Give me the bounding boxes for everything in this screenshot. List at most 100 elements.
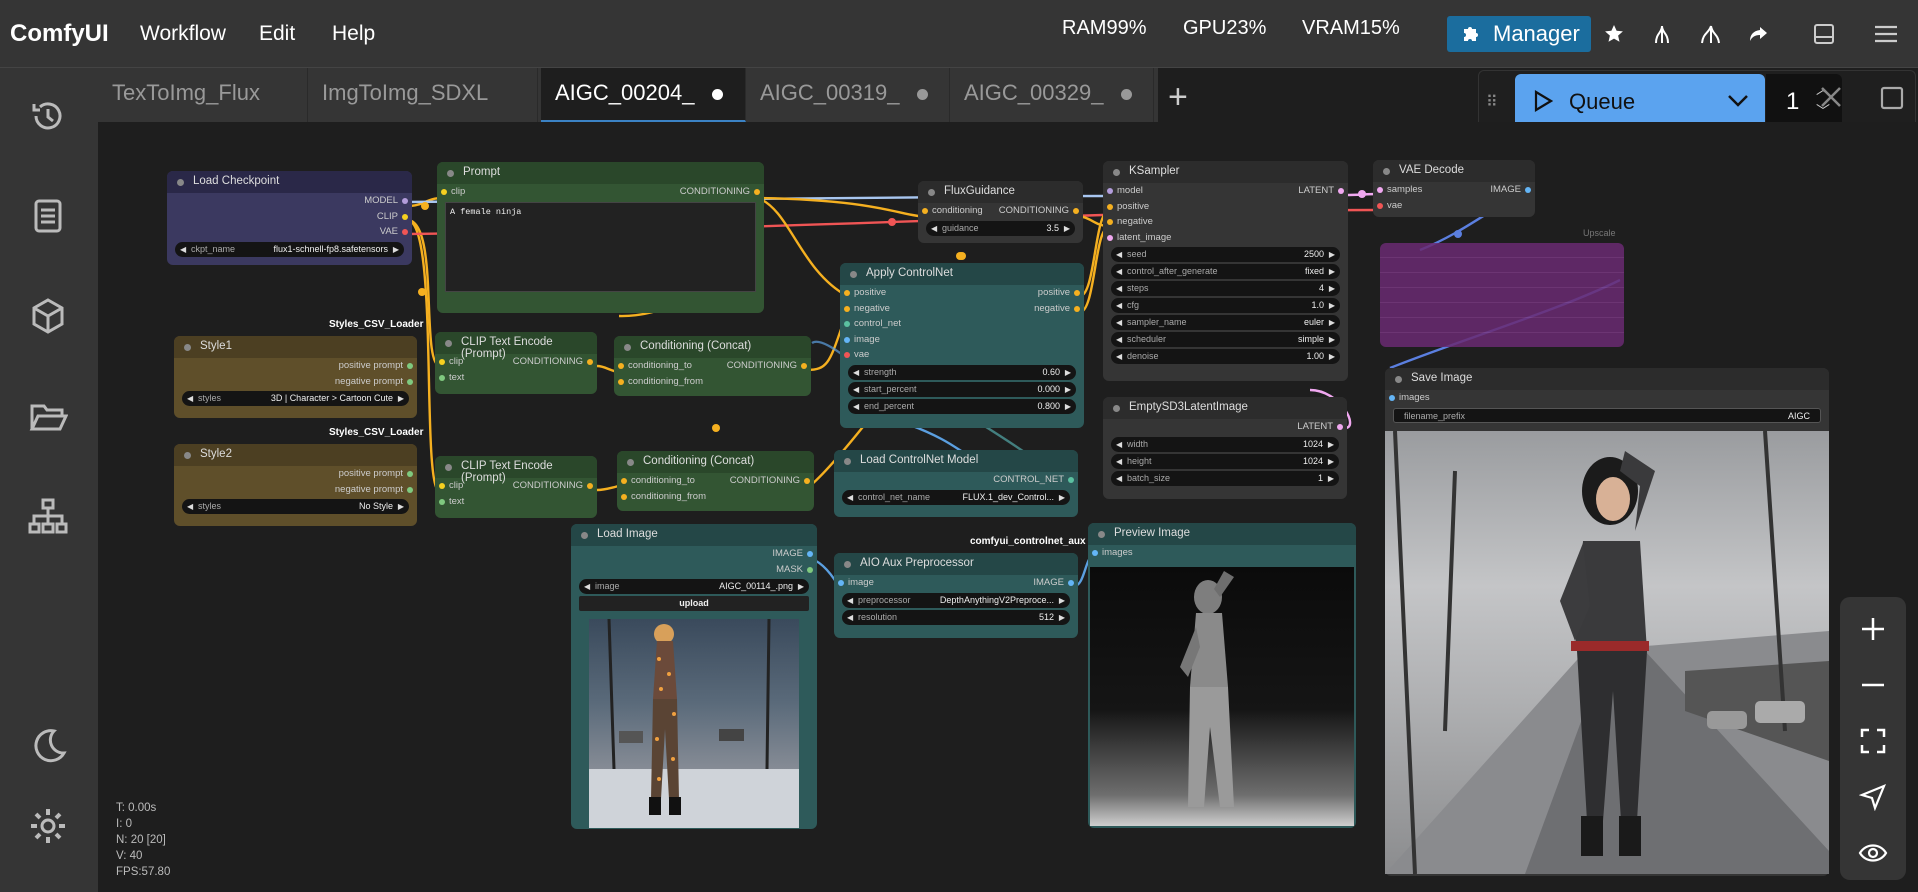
branch-icon[interactable] — [1644, 16, 1680, 52]
output-pin[interactable] — [1074, 290, 1080, 296]
node-prompt[interactable]: Prompt clip CONDITIONING A female ninja — [437, 162, 764, 313]
node-title[interactable]: Style2 — [174, 444, 417, 466]
preprocessor-combo[interactable]: preprocessor DepthAnythingV2Preproce... — [842, 592, 1070, 608]
control-after-generate-widget[interactable]: control_after_generate fixed — [1111, 264, 1340, 279]
manager-button[interactable]: Manager — [1447, 16, 1591, 52]
menu-help[interactable]: Help — [332, 22, 375, 46]
folder-icon[interactable] — [27, 395, 69, 437]
input-pin[interactable] — [1377, 202, 1383, 209]
fit-view-icon[interactable] — [1856, 724, 1890, 758]
hamburger-menu-icon[interactable] — [1868, 16, 1904, 52]
input-pin[interactable] — [618, 378, 624, 385]
node-ksampler[interactable]: KSampler model LATENT positive negative l… — [1103, 161, 1348, 381]
upload-button[interactable]: upload — [579, 596, 809, 611]
node-flux-guidance[interactable]: FluxGuidance conditioning CONDITIONING gu… — [918, 181, 1083, 243]
node-aio-aux-preprocessor[interactable]: AIO Aux Preprocessor image IMAGE preproce… — [834, 553, 1078, 638]
node-title[interactable]: Load Image — [571, 524, 817, 546]
output-pin[interactable] — [801, 363, 807, 369]
model-library-cube-icon[interactable] — [27, 295, 69, 337]
input-pin[interactable] — [1377, 187, 1383, 193]
tab-imgtoimg-sdxl[interactable]: ImgToImg_SDXL — [308, 68, 538, 122]
node-library-tree-icon[interactable] — [27, 495, 69, 537]
node-title[interactable]: KSampler — [1103, 161, 1348, 183]
output-pin[interactable] — [754, 189, 760, 195]
node-title[interactable]: Apply ControlNet — [840, 263, 1084, 285]
node-apply-controlnet[interactable]: Apply ControlNet positive positive negati… — [840, 263, 1084, 428]
node-title[interactable]: Prompt — [437, 162, 764, 184]
node-title[interactable]: EmptySD3LatentImage — [1103, 397, 1347, 419]
chevron-down-icon[interactable] — [1727, 93, 1749, 109]
seed-widget[interactable]: seed 2500 — [1111, 247, 1340, 262]
styles-combo[interactable]: styles 3D | Character > Cartoon Cute — [182, 391, 409, 406]
tab-aigc-00319[interactable]: AIGC_00319_ — [746, 68, 950, 122]
node-load-checkpoint[interactable]: Load Checkpoint MODEL CLIP VAE ckpt_name… — [167, 171, 412, 265]
output-pin[interactable] — [407, 471, 413, 477]
input-pin[interactable] — [922, 208, 928, 214]
node-conditioning-concat-1[interactable]: Conditioning (Concat) conditioning_to CON… — [614, 336, 811, 396]
node-title[interactable]: Load Checkpoint — [167, 171, 412, 193]
stop-square-icon[interactable] — [1880, 86, 1904, 115]
input-pin[interactable] — [621, 493, 627, 500]
output-pin[interactable] — [807, 551, 813, 557]
batch-size-widget[interactable]: batch_size 1 — [1111, 470, 1339, 486]
tab-aigc-00204[interactable]: AIGC_00204_ — [541, 68, 746, 122]
width-widget[interactable]: width 1024 — [1111, 436, 1339, 452]
output-pin[interactable] — [807, 566, 813, 573]
output-pin[interactable] — [1073, 208, 1079, 214]
input-pin[interactable] — [621, 478, 627, 484]
panel-toggle-icon[interactable] — [1806, 16, 1842, 52]
node-clip-text-encode-2[interactable]: CLIP Text Encode (Prompt) clip CONDITIONI… — [435, 456, 597, 518]
tab-textoimg-flux[interactable]: TexToImg_Flux — [98, 68, 308, 122]
image-combo[interactable]: image AIGC_00114_.png — [579, 579, 809, 594]
input-pin[interactable] — [618, 363, 624, 369]
node-title[interactable]: AIO Aux Preprocessor — [834, 553, 1078, 575]
settings-gear-icon[interactable] — [27, 805, 69, 847]
input-pin[interactable] — [838, 580, 844, 586]
input-pin[interactable] — [844, 336, 850, 343]
app-logo[interactable]: ComfyUI — [10, 20, 109, 48]
output-pin[interactable] — [587, 483, 593, 489]
dark-mode-moon-icon[interactable] — [27, 724, 69, 766]
node-title[interactable]: Conditioning (Concat) — [617, 451, 814, 473]
node-title[interactable]: FluxGuidance — [918, 181, 1083, 203]
height-widget[interactable]: height 1024 — [1111, 453, 1339, 469]
node-clip-text-encode-1[interactable]: CLIP Text Encode (Prompt) clip CONDITIONI… — [435, 332, 597, 394]
node-title[interactable]: Style1 — [174, 336, 417, 358]
branch-alt-icon[interactable] — [1692, 16, 1728, 52]
star-icon[interactable] — [1596, 16, 1632, 52]
node-title[interactable]: Conditioning (Concat) — [614, 336, 811, 358]
node-title[interactable]: Load ControlNet Model — [834, 450, 1078, 472]
prompt-textarea[interactable]: A female ninja — [445, 201, 756, 292]
input-pin[interactable] — [1107, 203, 1113, 210]
zoom-in-plus-icon[interactable] — [1856, 612, 1890, 646]
unsaved-dot-icon[interactable] — [712, 88, 724, 100]
node-style1[interactable]: Style1 positive prompt negative prompt s… — [174, 336, 417, 418]
menu-edit[interactable]: Edit — [259, 22, 295, 46]
input-pin[interactable] — [844, 290, 850, 296]
drag-handle-icon[interactable]: ⠿ — [1486, 92, 1498, 112]
output-pin[interactable] — [402, 198, 408, 204]
ckpt-name-combo[interactable]: ckpt_name flux1-schnell-fp8.safetensors — [175, 241, 404, 257]
unsaved-dot-icon[interactable] — [1121, 88, 1133, 100]
cfg-widget[interactable]: cfg 1.0 — [1111, 298, 1340, 313]
output-pin[interactable] — [1337, 424, 1343, 430]
filename-prefix-field[interactable]: filename_prefix AIGC — [1393, 407, 1821, 423]
steps-widget[interactable]: steps 4 — [1111, 281, 1340, 296]
output-pin[interactable] — [407, 363, 413, 369]
input-pin[interactable] — [1107, 188, 1113, 194]
sampler-name-widget[interactable]: sampler_name euler — [1111, 315, 1340, 330]
guidance-slider[interactable]: guidance 3.5 — [926, 220, 1075, 236]
input-pin[interactable] — [1107, 219, 1113, 225]
output-pin[interactable] — [402, 213, 408, 220]
node-title[interactable]: CLIP Text Encode (Prompt) — [435, 332, 597, 360]
output-pin[interactable] — [1074, 305, 1080, 312]
scheduler-widget[interactable]: scheduler simple — [1111, 332, 1340, 347]
resolution-widget[interactable]: resolution 512 — [842, 609, 1070, 625]
input-pin[interactable] — [844, 352, 850, 358]
menu-workflow[interactable]: Workflow — [140, 22, 226, 46]
input-pin[interactable] — [439, 374, 445, 381]
node-vae-decode[interactable]: VAE Decode samples IMAGE vae — [1373, 160, 1535, 217]
input-pin[interactable] — [844, 305, 850, 312]
output-pin[interactable] — [1338, 188, 1344, 194]
new-tab-plus-icon[interactable]: + — [1168, 78, 1188, 117]
